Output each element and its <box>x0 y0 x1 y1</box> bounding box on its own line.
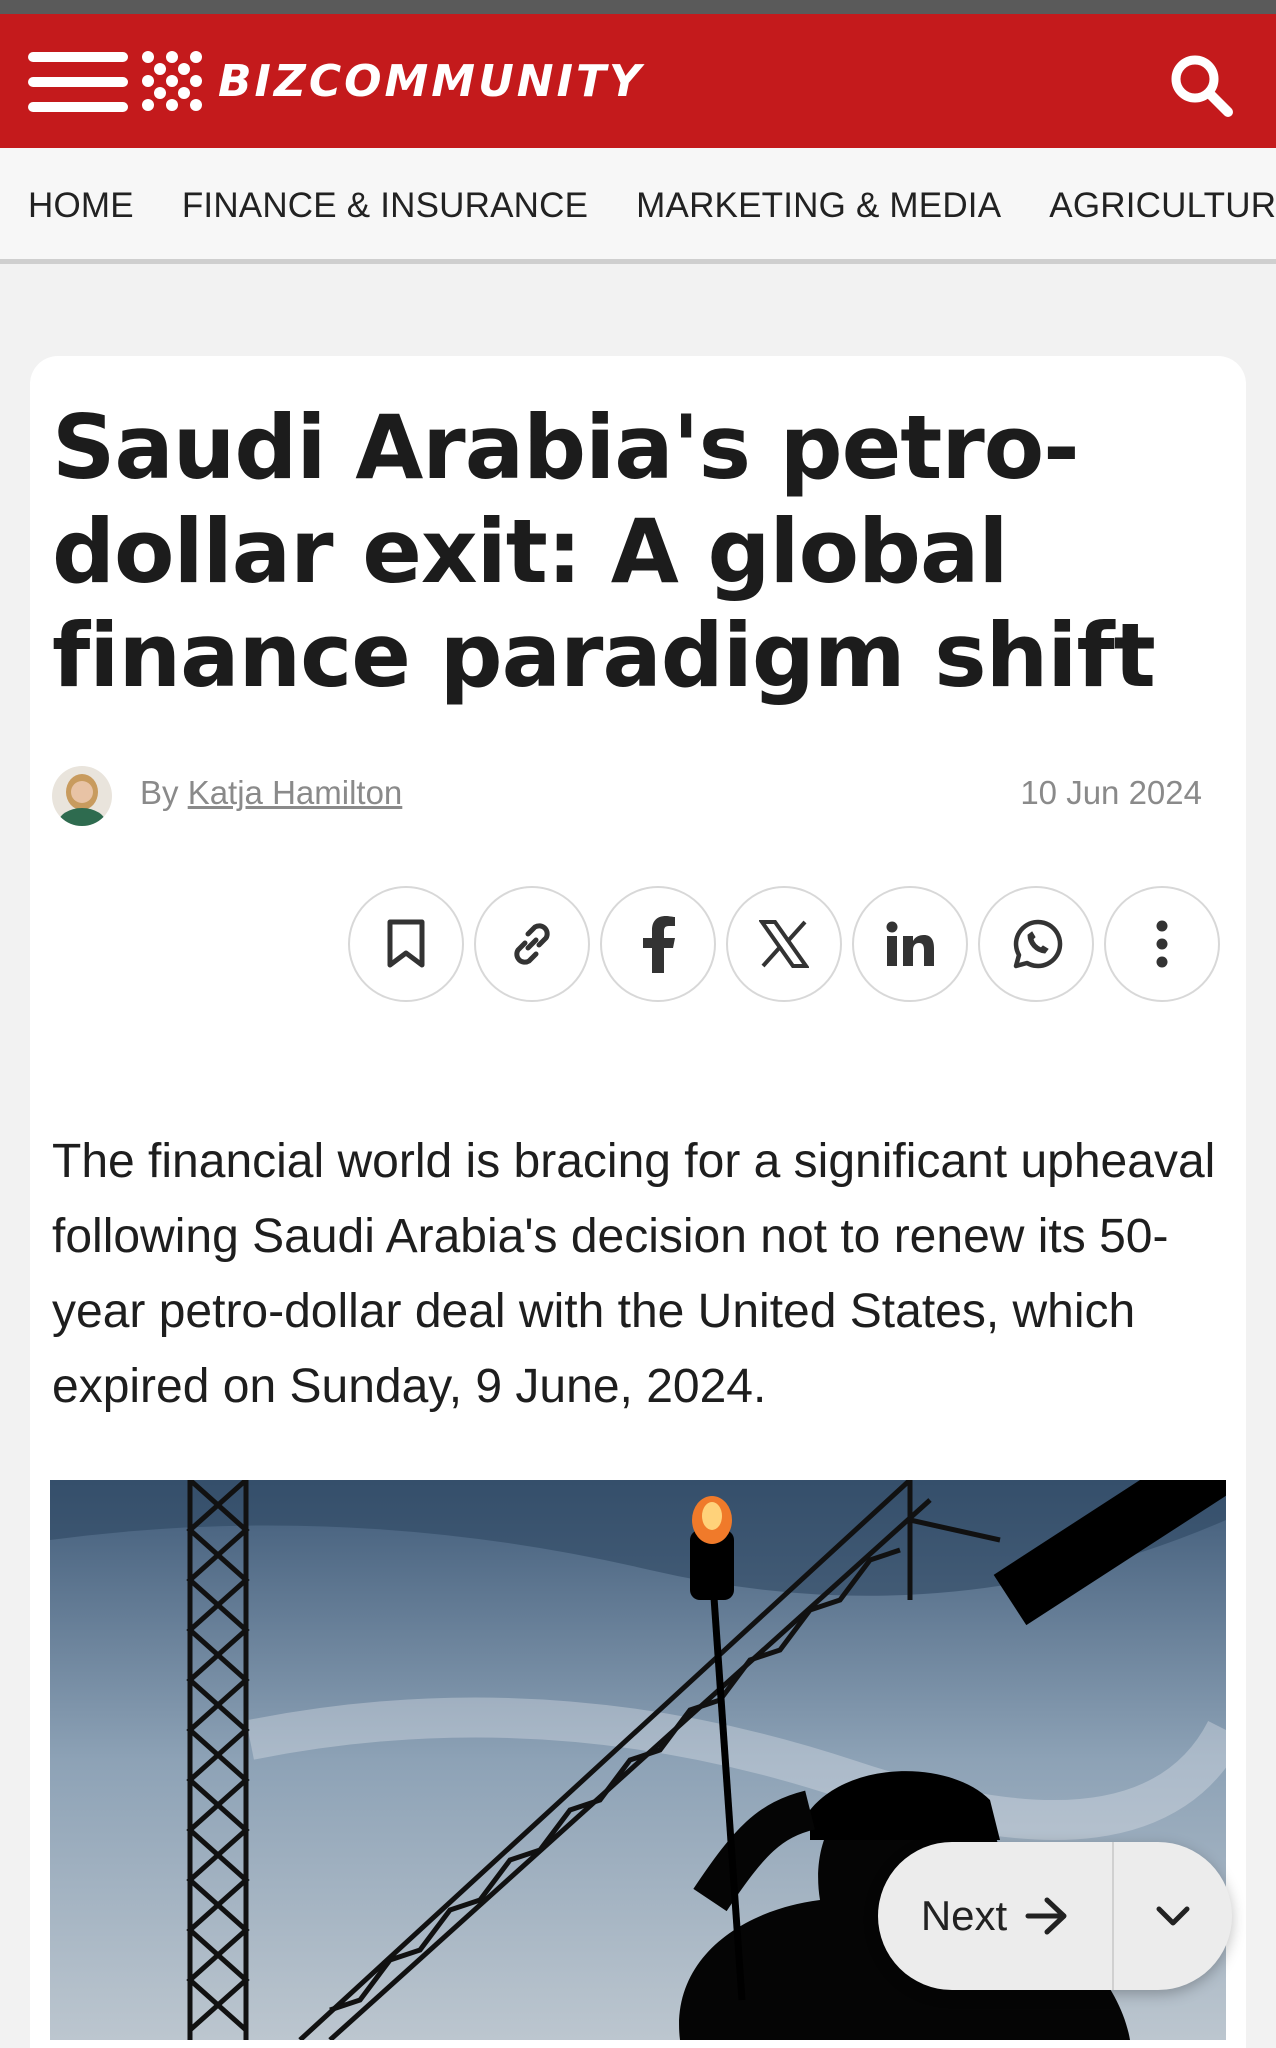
nav-item-marketing-media[interactable]: MARKETING & MEDIA <box>636 186 1001 226</box>
search-icon[interactable] <box>1168 52 1234 118</box>
logo-text: BIZCOMMUNITY <box>218 55 644 107</box>
next-button[interactable]: Next <box>878 1842 1114 1990</box>
linkedin-icon[interactable] <box>852 886 968 1002</box>
logo-mark-icon <box>142 51 202 111</box>
more-icon[interactable] <box>1104 886 1220 1002</box>
arrow-right-icon <box>1025 1897 1067 1935</box>
author-avatar[interactable] <box>52 766 112 826</box>
facebook-icon[interactable] <box>600 886 716 1002</box>
nav-item-home[interactable]: HOME <box>28 186 134 226</box>
link-icon[interactable] <box>474 886 590 1002</box>
site-header: BIZCOMMUNITY <box>0 14 1276 148</box>
whatsapp-icon[interactable] <box>978 886 1094 1002</box>
next-article-control: Next <box>878 1842 1232 1990</box>
category-nav: HOME FINANCE & INSURANCE MARKETING & MED… <box>0 148 1276 264</box>
article-card: Saudi Arabia's petro-dollar exit: A glob… <box>30 356 1246 2048</box>
nav-item-finance-insurance[interactable]: FINANCE & INSURANCE <box>182 186 588 226</box>
byline-prefix: By <box>140 774 179 811</box>
x-icon[interactable] <box>726 886 842 1002</box>
menu-icon[interactable] <box>28 44 128 120</box>
article-lead: The financial world is bracing for a sig… <box>52 1135 1216 1413</box>
byline: By Katja Hamilton <box>140 774 402 812</box>
status-strip <box>0 0 1276 14</box>
bookmark-icon[interactable] <box>348 886 464 1002</box>
share-toolbar <box>348 886 1220 1002</box>
publish-date: 10 Jun 2024 <box>1020 774 1202 811</box>
nav-item-agriculture[interactable]: AGRICULTURE <box>1049 186 1276 226</box>
author-link[interactable]: Katja Hamilton <box>188 774 403 811</box>
site-logo[interactable]: BIZCOMMUNITY <box>136 38 644 124</box>
article-title: Saudi Arabia's petro-dollar exit: A glob… <box>52 396 1156 707</box>
next-label: Next <box>920 1892 1008 1939</box>
